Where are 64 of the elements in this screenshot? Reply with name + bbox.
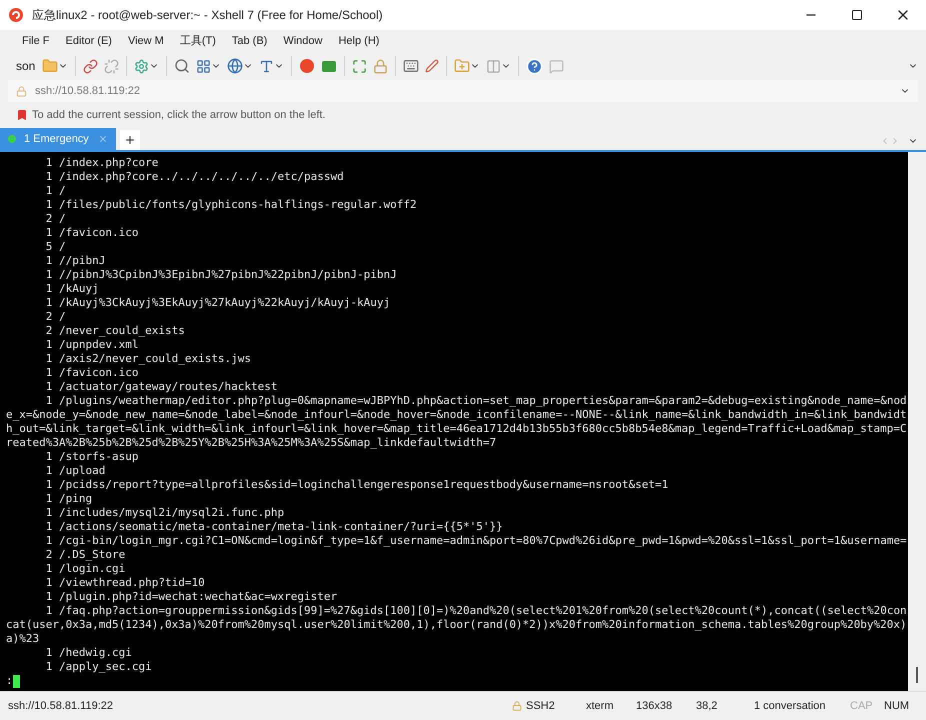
terminal-line: 1 /kAuyj%3CkAuyj%3EkAuyj%27kAuyj%22kAuyj/kAuyj-kAuyj	[44, 296, 392, 310]
terminal-line: 1 /hedwig.cgi	[44, 646, 133, 660]
num-indicator: NUM	[884, 698, 910, 714]
maximize-icon	[851, 9, 863, 21]
terminal-line: 1 /	[44, 184, 67, 198]
status-protocol: SSH2	[526, 698, 556, 714]
terminal-line: 1 /actions/seomatic/meta-container/meta-link-container/?uri={{5*'5'}}	[44, 520, 504, 534]
close-icon[interactable]	[98, 134, 108, 144]
lock-icon	[16, 86, 27, 96]
terminal-cursor	[12, 674, 20, 688]
terminal-line: 1 /index.php?core../../../../../../etc/passwd	[44, 170, 345, 184]
lock-icon	[512, 701, 522, 711]
terminal-line: 2 /never_could_exists	[44, 324, 186, 338]
terminal-line: 1 /storfs-asup	[44, 450, 140, 464]
terminal-line: 1 /files/public/fonts/glyphicons-halflings-regular.woff2	[44, 198, 418, 212]
app-logo-icon	[8, 7, 24, 23]
new-tab-button[interactable]	[120, 130, 140, 150]
terminal-line: 5 /	[44, 240, 67, 254]
terminal-line: 2 /	[44, 212, 67, 226]
terminal-line: 1 /kAuyj	[44, 282, 100, 296]
menu-item[interactable]: Help (H)	[332, 32, 386, 50]
status-terminal-type: xterm	[586, 698, 614, 714]
terminal-line: 1 /upload	[44, 464, 106, 478]
terminal-line: 1 /includes/mysql2i/mysql2i.func.php	[44, 506, 286, 520]
terminal-line: 1 /faq.php?action=grouppermission&gids[99]=%27&gids[100][0]=)%20and%20(select%201%20from%20(select%20count(*),concat((select%20concat(user,0x3a,md5(1234),0x3a)%20from%20mysql.user%20limit%200,1),floor(rand(0)*2))x%20from%20information_schema.tables%20group%20by%20x)a)%23	[6, 604, 908, 646]
menu-item[interactable]: Tab (B)	[226, 32, 274, 50]
terminal-line: 1 //pibnJ	[44, 254, 106, 268]
terminal-line: 1 //pibnJ%3CpibnJ%3EpibnJ%27pibnJ%22pibnJ/pibnJ-pibnJ	[44, 268, 398, 282]
session-button[interactable]: son	[12, 57, 40, 75]
session-hint: To add the current session, click the arrow button on the left.	[32, 108, 326, 123]
scrollbar[interactable]	[908, 152, 926, 691]
terminal-line: 1 /favicon.ico	[44, 366, 140, 380]
bookmark-icon	[16, 109, 28, 121]
terminal-line: 1 /index.php?core	[44, 156, 160, 170]
terminal-line: 1 /plugin.php?id=wechat:wechat&ac=wxregister	[44, 590, 338, 604]
address-text: ssh://10.58.81.119:22	[35, 84, 140, 99]
terminal-line: 1 /apply_sec.cgi	[44, 660, 153, 674]
menu-item[interactable]: File F	[16, 32, 56, 50]
window-title: 应急linux2 - root@web-server:~ - Xshell 7 (Free for Home/School)	[32, 7, 383, 24]
address-bar[interactable]: ssh://10.58.81.119:22	[8, 80, 918, 102]
terminal[interactable]	[0, 152, 908, 691]
terminal-line: 1 /favicon.ico	[44, 226, 140, 240]
terminal-line: 1 /actuator/gateway/routes/hacktest	[44, 380, 279, 394]
terminal-prompt: :	[6, 674, 13, 688]
menu-item[interactable]: View M	[122, 32, 170, 50]
terminal-line: 1 /viewthread.php?tid=10	[44, 576, 206, 590]
caps-indicator: CAP	[850, 698, 874, 714]
status-size: 136x38	[636, 698, 674, 714]
status-sessions: 1 conversation	[754, 698, 827, 714]
menu-item[interactable]: Window	[277, 32, 328, 50]
plus-icon	[124, 134, 136, 146]
terminal-line: 1 /plugins/weathermap/editor.php?plug=0&mapname=wJBPYhD.php&action=set_map_properties&param=&param2=&debug=existing&node_name=&node_x=&node_y=&node_new_name=&node_label=&node_infourl=&node_hover=&node_iconfilename=--NONE--&link_name=&link_bandwidth_in=&link_bandwidth_out=&link_target=&link_width=&link_infourl=&link_hover=&map_title=46ea1712d4b13b55b3f680cc5b8b54e8&map_legend=Traffic+Load&map_stamp=Created%3A%2B%25b%2B%25d%2B%25Y%2B%25H%3A%25M%3A%25S&map_linkdefaultwidth=7	[6, 394, 908, 450]
menu-item[interactable]: Editor (E)	[60, 32, 118, 50]
terminal-line: 1 /login.cgi	[44, 562, 126, 576]
terminal-line: 1 /cgi-bin/login_mgr.cgi?C1=ON&cmd=login&f_type=1&f_username=admin&port=80%7Cpwd%26id&pre_pwd=1&pwd=%20&ssl=1&ssl_port=1&username=	[44, 534, 908, 548]
status-address: ssh://10.58.81.119:22	[8, 698, 113, 714]
status-cursor: 38,2	[696, 698, 718, 714]
terminal-line: 1 /pcidss/report?type=allprofiles&sid=loginchallengeresponse1requestbody&username=nsroot&set=1	[44, 478, 670, 492]
terminal-line: 1 /ping	[44, 492, 94, 506]
menu-item[interactable]: 工具(T)	[174, 32, 222, 50]
terminal-line: 1 /upnpdev.xml	[44, 338, 140, 352]
terminal-line: 2 /.DS_Store	[44, 548, 126, 562]
terminal-line: 1 /axis2/never_could_exists.jws	[44, 352, 252, 366]
terminal-line: 2 /	[44, 310, 67, 324]
